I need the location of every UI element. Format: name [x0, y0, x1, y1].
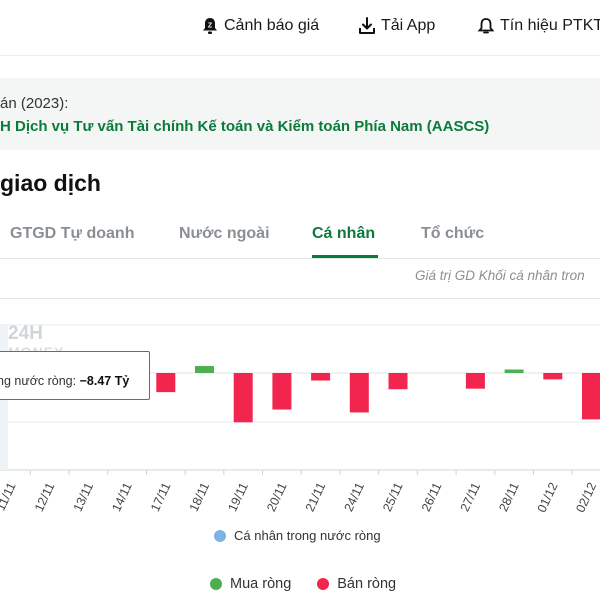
- tick-label-12/11: 12/11: [32, 480, 58, 513]
- legend-buy: Mua ròng: [210, 576, 291, 592]
- tooltip-text: ng nước ròng: −8.47 Tỷ: [0, 374, 129, 388]
- tick-label-27/11: 27/11: [458, 480, 484, 513]
- auditor-name-link[interactable]: H Dịch vụ Tư vấn Tài chính Kế toán và Ki…: [0, 118, 489, 135]
- bar-24/11[interactable]: [349, 373, 369, 413]
- tick-label-21/11: 21/11: [303, 480, 329, 513]
- tick-label-14/11: 14/11: [109, 480, 135, 513]
- sell-dot-icon: [317, 578, 330, 590]
- tick-label-20/11: 20/11: [264, 480, 290, 513]
- signals-label: Tín hiệu PTKT: [500, 17, 600, 34]
- tooltip-value: −8.47 Tỷ: [79, 374, 130, 388]
- net-trading-chart: 11/11 12/11 13/11 14/11 17/11 18/11 19/11 20/11…: [0, 324, 600, 515]
- tick-label-25/11: 25/11: [380, 480, 406, 513]
- tick-label-11/11: 11/11: [0, 480, 19, 513]
- chart-bars: [78, 366, 600, 423]
- chart-tooltip: ng nước ròng: −8.47 Tỷ: [0, 351, 150, 400]
- bar-17/11[interactable]: [156, 373, 176, 393]
- alert-bell-icon: Z: [203, 18, 217, 34]
- bar-20/11[interactable]: [272, 373, 292, 410]
- tab-individual[interactable]: Cá nhân: [312, 225, 375, 243]
- series-dot-icon: [214, 529, 226, 542]
- bar-21/11[interactable]: [311, 373, 331, 381]
- download-app-label: Tải App: [381, 17, 436, 34]
- tick-label-02/12: 02/12: [573, 480, 599, 514]
- tick-label-24/11: 24/11: [342, 480, 368, 513]
- svg-text:Z: Z: [208, 23, 213, 30]
- chart-subtitle: Giá trị GD Khối cá nhân tron: [415, 268, 585, 283]
- legend-sell-label: Bán ròng: [337, 576, 397, 592]
- download-icon: [359, 17, 375, 34]
- bar-02/12[interactable]: [582, 373, 600, 420]
- subtitle-divider: [0, 298, 600, 299]
- price-alert-label: Cảnh báo giá: [224, 17, 320, 34]
- watermark-logo-top: 24H: [8, 323, 43, 344]
- auditor-info-box: [0, 78, 600, 150]
- bar-19/11[interactable]: [233, 373, 253, 423]
- series-legend[interactable]: Cá nhân trong nước ròng: [214, 528, 381, 543]
- tick-label-19/11: 19/11: [225, 480, 251, 513]
- signals-link[interactable]: Tín hiệu PTKT: [476, 16, 600, 36]
- bar-25/11[interactable]: [388, 373, 408, 390]
- tick-label-13/11: 13/11: [71, 480, 97, 513]
- legend-sell: Bán ròng: [317, 576, 396, 592]
- download-app-link[interactable]: Tải App: [357, 16, 435, 36]
- legend-buy-label: Mua ròng: [230, 576, 292, 592]
- series-legend-label: Cá nhân trong nước ròng: [234, 528, 381, 543]
- tick-label-01/12: 01/12: [535, 480, 561, 514]
- price-alert-link[interactable]: Z Cảnh báo giá: [200, 16, 319, 36]
- tick-label-28/11: 28/11: [496, 480, 522, 513]
- tick-label-17/11: 17/11: [148, 480, 174, 513]
- section-title: giao dịch: [0, 170, 101, 196]
- auditor-label: án (2023):: [0, 95, 69, 112]
- tooltip-label: ng nước ròng:: [0, 374, 80, 388]
- tick-label-26/11: 26/11: [419, 480, 445, 513]
- buy-dot-icon: [210, 578, 222, 590]
- tick-label-18/11: 18/11: [187, 480, 213, 513]
- buy-sell-legend: Mua ròng Bán ròng: [210, 576, 396, 592]
- bar-01/12[interactable]: [543, 373, 563, 380]
- tab-organization[interactable]: Tổ chức: [421, 225, 484, 243]
- signal-bell-icon: [477, 18, 495, 34]
- tab-proprietary[interactable]: GTGD Tự doanh: [10, 225, 134, 243]
- tabs-divider: [0, 258, 600, 259]
- bar-18/11[interactable]: [195, 366, 214, 373]
- chart-x-ticks: 11/11 12/11 13/11 14/11 17/11 18/11 19/11 20/11…: [0, 470, 599, 515]
- bar-27/11[interactable]: [465, 373, 485, 389]
- tab-foreign[interactable]: Nước ngoài: [179, 225, 270, 243]
- bar-28/11[interactable]: [504, 369, 524, 373]
- trading-tabs: GTGD Tự doanh Nước ngoài Cá nhân Tổ chức: [0, 222, 600, 260]
